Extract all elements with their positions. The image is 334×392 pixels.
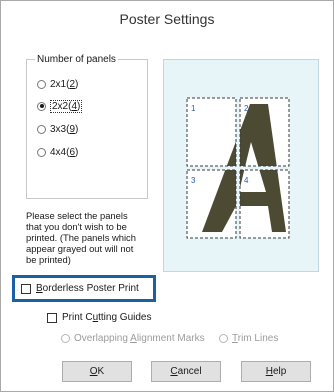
poster-preview-pane: 1 2 3 4: [163, 59, 319, 272]
radio-2x2-indicator[interactable]: [37, 101, 46, 111]
radio-3x3-label: 3x3(9): [50, 123, 79, 135]
trim-radio-indicator[interactable]: [219, 334, 228, 343]
cutting-guides-label: Print Cutting Guides: [62, 312, 152, 323]
borderless-poster-print-checkbox[interactable]: Borderless Poster Print: [21, 283, 139, 294]
overlapping-radio-indicator[interactable]: [61, 334, 70, 343]
overlapping-alignment-marks-radio[interactable]: Overlapping Alignment Marks: [61, 333, 205, 344]
panel-selection-help-text: Please select the panels that you don't …: [26, 210, 136, 265]
trim-label: Trim Lines: [232, 333, 279, 344]
print-cutting-guides-checkbox[interactable]: Print Cutting Guides: [47, 312, 152, 323]
radio-4x4-label: 4x4(6): [50, 146, 79, 158]
cancel-button[interactable]: Cancel: [151, 361, 221, 382]
ok-button[interactable]: OK: [62, 361, 132, 382]
borderless-label: Borderless Poster Print: [36, 283, 139, 294]
borderless-checkbox-box[interactable]: [21, 283, 31, 294]
panel-number-4: 4: [244, 176, 249, 185]
radio-4x4-indicator[interactable]: [37, 147, 46, 157]
radio-2x2-label: 2x2(4): [50, 99, 83, 113]
number-of-panels-group: Number of panels 2x1(2) 2x2(4) 3x3(9) 4x…: [26, 53, 148, 199]
radio-2x2[interactable]: 2x2(4): [37, 99, 83, 113]
dialog-title: Poster Settings: [119, 11, 215, 27]
radio-2x1-indicator[interactable]: [37, 79, 46, 89]
radio-3x3-indicator[interactable]: [37, 124, 46, 134]
poster-preview-graphic: 1 2 3 4: [184, 96, 295, 244]
radio-3x3[interactable]: 3x3(9): [37, 122, 78, 136]
radio-2x1-label: 2x1(2): [50, 78, 79, 90]
poster-settings-dialog: Poster Settings Number of panels 2x1(2) …: [0, 0, 334, 392]
trim-lines-radio[interactable]: Trim Lines: [219, 333, 278, 344]
radio-4x4[interactable]: 4x4(6): [37, 145, 78, 159]
cutting-guides-checkbox-box[interactable]: [47, 312, 57, 323]
panel-number-2: 2: [244, 104, 249, 113]
number-of-panels-label: Number of panels: [35, 53, 118, 66]
help-button[interactable]: Help: [241, 361, 311, 382]
panel-number-1: 1: [191, 104, 196, 113]
radio-2x1[interactable]: 2x1(2): [37, 77, 78, 91]
overlapping-label: Overlapping Alignment Marks: [74, 333, 205, 344]
panel-number-3: 3: [191, 176, 196, 185]
